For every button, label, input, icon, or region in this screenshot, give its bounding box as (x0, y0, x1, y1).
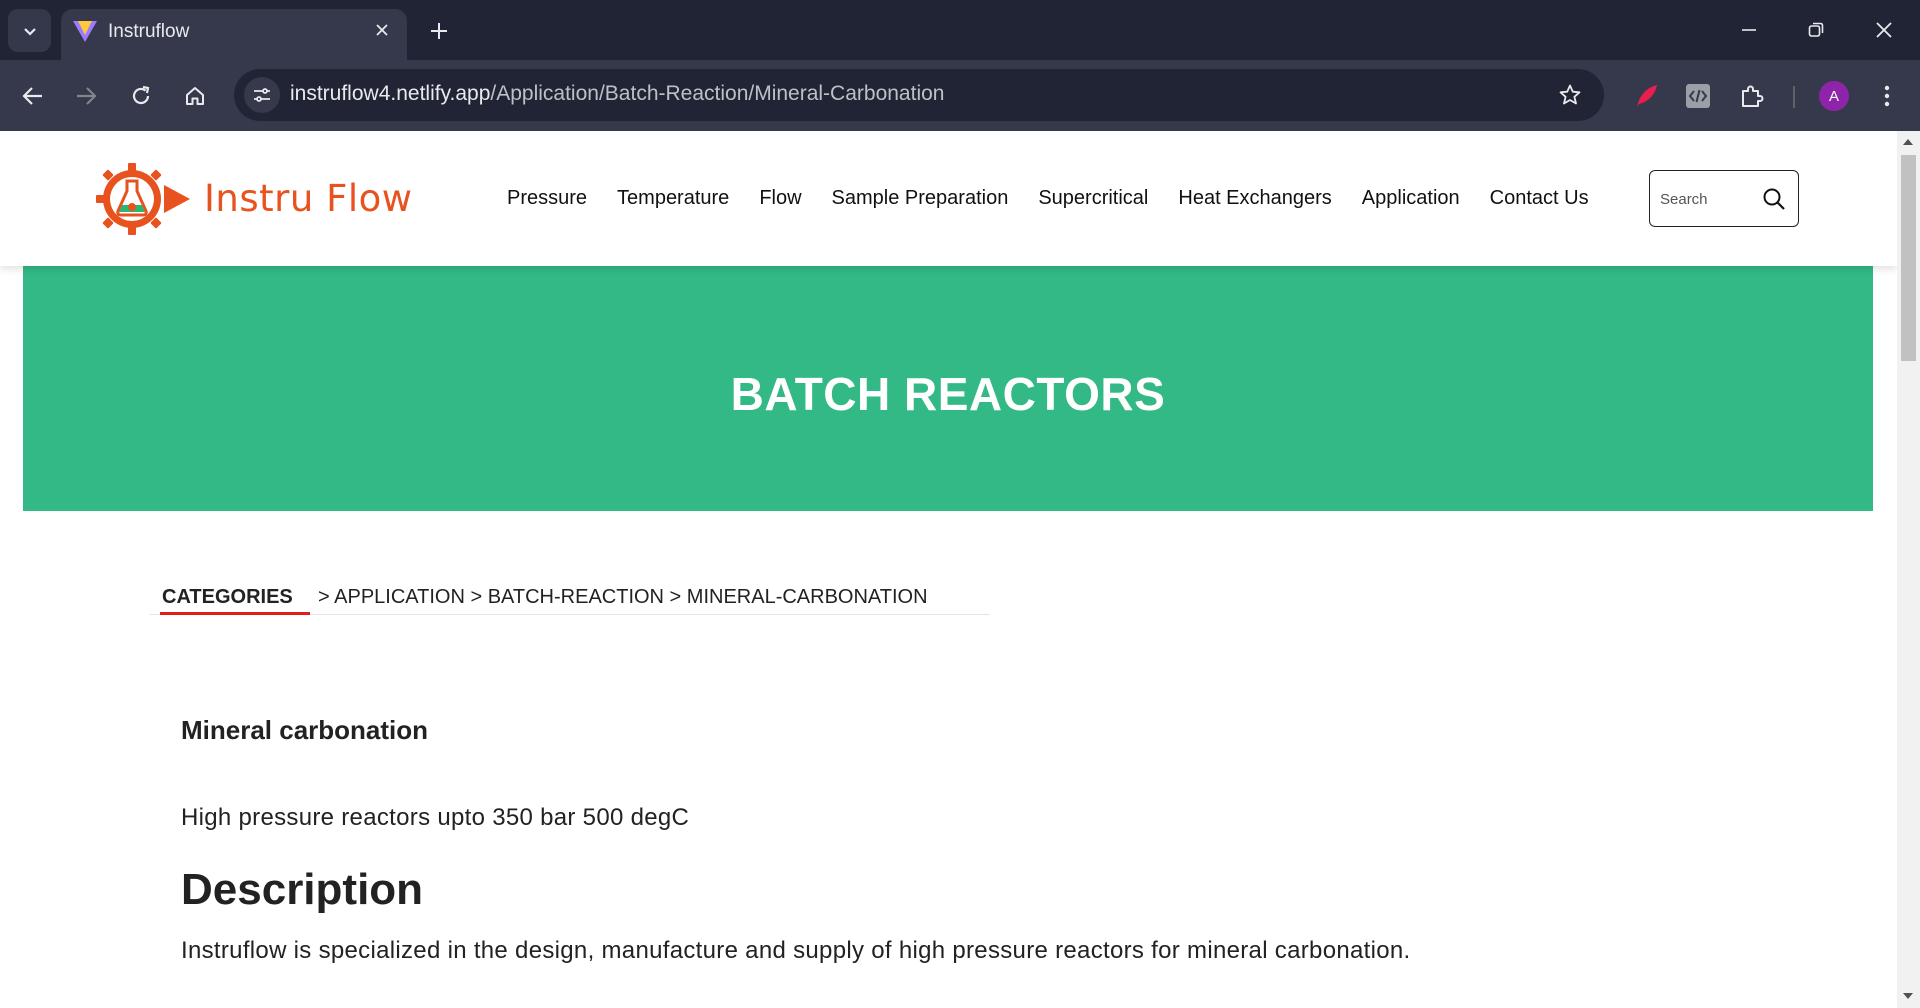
feather-icon (1637, 85, 1657, 107)
arrow-right-icon (77, 87, 97, 105)
main-nav: Pressure Temperature Flow Sample Prepara… (507, 187, 1589, 210)
bookmark-button[interactable] (1556, 81, 1584, 109)
hero-banner: BATCH REACTORS (23, 266, 1873, 511)
restore-icon (1808, 22, 1824, 37)
arrow-left-icon (22, 87, 42, 105)
new-tab-button[interactable] (424, 16, 454, 46)
nav-item-supercritical[interactable]: Supercritical (1038, 187, 1148, 210)
description-heading: Description (181, 865, 424, 914)
tune-icon (254, 88, 270, 102)
extension-code[interactable] (1679, 77, 1717, 115)
minimize-icon (1742, 29, 1756, 31)
chevron-down-icon (23, 27, 36, 36)
nav-item-flow[interactable]: Flow (759, 187, 801, 210)
nav-item-pressure[interactable]: Pressure (507, 187, 587, 210)
product-title: Mineral carbonation (181, 715, 429, 745)
page-scrollbar[interactable] (1897, 131, 1920, 1008)
logo-wordmark[interactable]: Instru Flow (204, 177, 413, 220)
back-button[interactable] (14, 77, 52, 115)
browser-menu-button[interactable] (1868, 77, 1906, 115)
code-icon (1686, 84, 1710, 108)
breadcrumb-path[interactable]: > APPLICATION > BATCH-REACTION > MINERAL… (318, 586, 928, 609)
search-icon (1763, 188, 1785, 210)
vite-favicon-icon (73, 21, 97, 42)
url-path: /Application/Batch-Reaction/Mineral-Carb… (490, 82, 945, 105)
search-button[interactable] (1760, 185, 1788, 213)
breadcrumb-categories-tab[interactable]: CATEGORIES (162, 586, 307, 615)
scrollbar-thumb[interactable] (1901, 155, 1916, 361)
site-info-button[interactable] (244, 77, 280, 113)
scroll-down-arrow-icon[interactable] (1903, 993, 1913, 999)
nav-item-sample-preparation[interactable]: Sample Preparation (832, 187, 1009, 210)
window-close-button[interactable] (1862, 10, 1906, 50)
url-host: instruflow4.netlify.app (290, 82, 491, 105)
more-vertical-icon (1884, 85, 1890, 107)
breadcrumb: CATEGORIES > APPLICATION > BATCH-REACTIO… (150, 586, 990, 615)
tab-close-button[interactable] (370, 18, 394, 42)
reload-icon (132, 85, 150, 105)
hero-title: BATCH REACTORS (730, 367, 1166, 420)
minimize-button[interactable] (1727, 10, 1771, 50)
address-bar[interactable]: instruflow4.netlify.app/Application/Batc… (234, 69, 1604, 121)
star-icon (1559, 84, 1581, 105)
close-icon (376, 24, 388, 36)
nav-item-temperature[interactable]: Temperature (617, 187, 729, 210)
search-input[interactable] (1660, 185, 1755, 213)
close-icon (1876, 22, 1892, 38)
site-header: Instru Flow Pressure Temperature Flow Sa… (0, 131, 1897, 266)
url-text: instruflow4.netlify.app/Application/Batc… (290, 82, 944, 106)
home-button[interactable] (176, 77, 214, 115)
scroll-up-arrow-icon[interactable] (1903, 139, 1913, 145)
instruflow-logo-icon[interactable] (94, 161, 194, 237)
puzzle-icon (1742, 85, 1764, 107)
profile-avatar[interactable]: A (1819, 81, 1849, 111)
page-viewport: Instru Flow Pressure Temperature Flow Sa… (0, 131, 1897, 1008)
browser-tab-active[interactable]: Instruflow (61, 9, 407, 60)
reload-button[interactable] (122, 77, 160, 115)
extension-feather[interactable] (1627, 77, 1665, 115)
forward-button[interactable] (67, 77, 105, 115)
extensions-menu-button[interactable] (1733, 77, 1771, 115)
browser-toolbar: instruflow4.netlify.app/Application/Batc… (0, 60, 1920, 131)
plus-icon (431, 23, 447, 39)
description-text: Instruflow is specialized in the design,… (181, 937, 1411, 964)
nav-item-contact-us[interactable]: Contact Us (1490, 187, 1589, 210)
tab-title: Instruflow (108, 21, 190, 42)
site-search (1649, 170, 1799, 227)
tab-search-button[interactable] (8, 9, 51, 52)
product-subtitle: High pressure reactors upto 350 bar 500 … (181, 804, 690, 831)
toolbar-separator (1793, 86, 1795, 108)
nav-item-heat-exchangers[interactable]: Heat Exchangers (1178, 187, 1331, 210)
browser-tab-strip: Instruflow (0, 0, 1920, 60)
active-tab-underline (160, 612, 310, 615)
home-icon (186, 87, 204, 105)
nav-item-application[interactable]: Application (1362, 187, 1460, 210)
restore-button[interactable] (1794, 10, 1838, 50)
